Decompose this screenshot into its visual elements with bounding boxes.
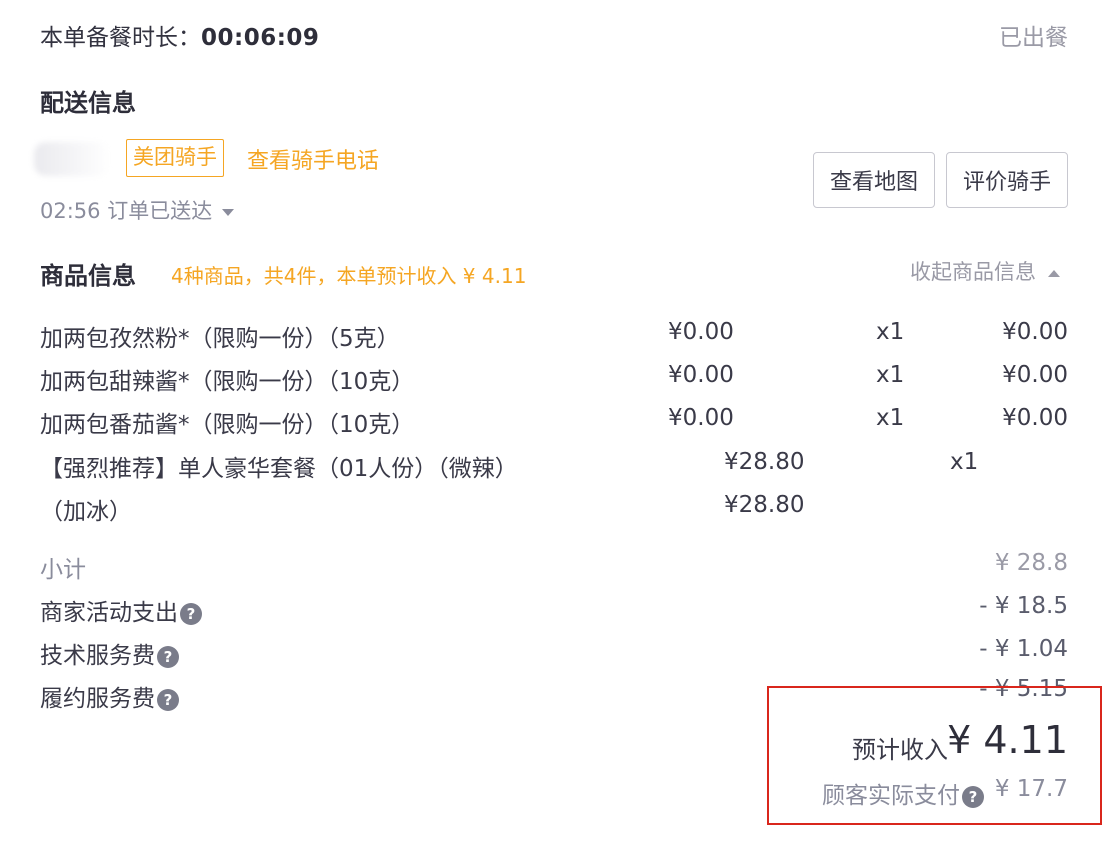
item-total: ¥0.00 [1002,362,1068,388]
rider-type-badge: 美团骑手 [126,139,224,177]
order-status: 已出餐 [999,25,1068,51]
subtotal-value: ¥ 28.8 [994,550,1068,576]
merchant-activity-value: - ¥ 18.5 [979,593,1068,619]
item-unit-price: ¥0.00 [668,405,734,431]
caret-down-icon [222,208,235,216]
rate-rider-button[interactable]: 评价骑手 [946,152,1068,208]
view-rider-phone-link[interactable]: 查看骑手电话 [247,143,379,175]
item-name: 【强烈推荐】单人豪华套餐（01人份）（微辣） [40,456,518,482]
highlight-annotation-box [767,686,1102,825]
help-icon[interactable]: ? [157,689,179,711]
prep-duration-value: 00:06:09 [201,25,320,51]
item-unit-price: ¥28.80 [724,449,805,475]
item-quantity: x1 [950,449,979,475]
merchant-activity-row: 商家活动支出? [40,593,202,627]
fulfillment-service-label: 履约服务费 [40,686,155,712]
help-icon[interactable]: ? [180,603,202,625]
subtotal-label: 小计 [40,557,86,583]
item-quantity: x1 [876,319,905,345]
collapse-goods-label: 收起商品信息 [910,260,1036,284]
item-quantity: x1 [876,362,905,388]
goods-section-title: 商品信息 [40,262,136,290]
prep-duration: 本单备餐时长：00:06:09 [40,18,319,52]
item-total: ¥28.80 [724,492,805,518]
prep-duration-label: 本单备餐时长： [40,25,201,51]
collapse-goods-toggle[interactable]: 收起商品信息 [910,256,1060,286]
item-unit-price: ¥0.00 [668,319,734,345]
help-icon[interactable]: ? [157,646,179,668]
item-name: 加两包孜然粉*（限购一份）（5克） [40,326,400,352]
rider-name-redacted [34,142,110,176]
item-name: 加两包番茄酱*（限购一份）（10克） [40,412,415,438]
merchant-activity-label: 商家活动支出 [40,600,178,626]
item-name: 加两包甜辣酱*（限购一份）（10克） [40,369,415,395]
delivery-status-toggle[interactable]: 02:56 订单已送达 [40,195,235,225]
item-quantity: x1 [876,405,905,431]
item-unit-price: ¥0.00 [668,362,734,388]
tech-service-value: - ¥ 1.04 [979,636,1068,662]
goods-summary: 4种商品，共4件，本单预计收入 ¥ 4.11 [171,264,527,288]
delivery-status-text: 02:56 订单已送达 [40,199,213,223]
item-name-continued: （加冰） [40,499,132,525]
tech-service-label: 技术服务费 [40,643,155,669]
delivery-section-title: 配送信息 [40,89,136,117]
item-total: ¥0.00 [1002,319,1068,345]
caret-up-icon [1048,269,1060,277]
view-map-button[interactable]: 查看地图 [813,152,935,208]
fulfillment-service-row: 履约服务费? [40,679,179,713]
tech-service-row: 技术服务费? [40,636,179,670]
item-total: ¥0.00 [1002,405,1068,431]
